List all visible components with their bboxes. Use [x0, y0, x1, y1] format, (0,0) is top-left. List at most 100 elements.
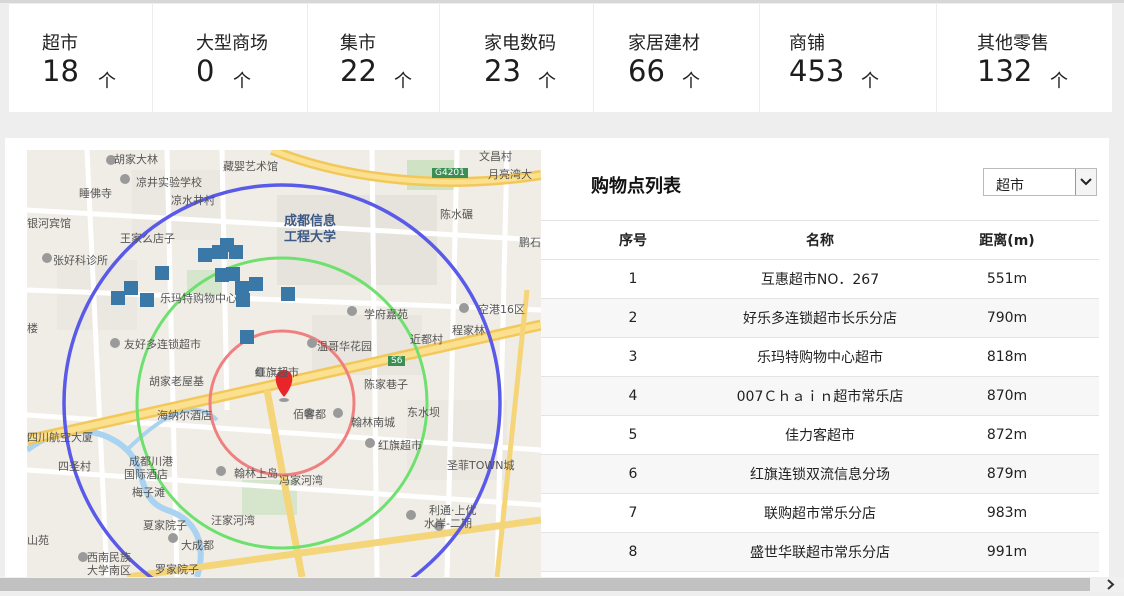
stat-label: 超市 [42, 33, 78, 54]
row-distance: 991m [986, 544, 1028, 560]
row-name: 佳力客超市 [785, 428, 855, 444]
row-name: 红旗连锁双流信息分场 [750, 467, 890, 483]
map-label: 佰客都 [293, 408, 326, 421]
map-label: 友好多连锁超市 [124, 338, 201, 351]
row-name: 好乐多连锁超市长乐分店 [743, 311, 897, 327]
map-label: 陈家巷子 [364, 378, 408, 391]
select-value: 超市 [996, 178, 1024, 194]
stat-supermarket[interactable]: 超市 18 个 [9, 4, 153, 112]
map-label: 文昌村 [479, 150, 512, 163]
map-label: 凉水井村 [171, 194, 215, 207]
row-distance: 790m [986, 310, 1028, 326]
list-title: 购物点列表 [591, 176, 681, 197]
map-label: 楼 [27, 322, 38, 335]
stat-value: 22 [340, 54, 377, 88]
top-border [0, 0, 1124, 3]
header-index: 序号 [619, 233, 647, 249]
stat-other-retail[interactable]: 其他零售 132 个 [937, 4, 1112, 112]
row-index: 6 [628, 466, 638, 482]
chevron-right-icon[interactable] [1104, 577, 1118, 592]
map-label: 圣菲TOWN城 [447, 459, 515, 472]
stat-label: 大型商场 [196, 33, 268, 54]
stat-unit: 个 [394, 71, 412, 92]
map-label: 水岸-二期 [424, 517, 472, 530]
map-label: 翰林南城 [351, 416, 395, 429]
stat-label: 商铺 [789, 33, 825, 54]
row-index: 4 [628, 388, 638, 404]
map-label: 胡家老屋基 [149, 375, 204, 388]
row-distance: 551m [986, 271, 1028, 287]
row-index: 3 [628, 349, 638, 365]
stat-shops[interactable]: 商铺 453 个 [760, 4, 937, 112]
map-label: 国际酒店 [124, 468, 168, 481]
table-row[interactable]: 4 007Ｃｈａｉｎ超市常乐店 870m [541, 377, 1099, 416]
stat-home-building[interactable]: 家居建材 66 个 [594, 4, 760, 112]
map-label: 温哥华花园 [317, 340, 372, 353]
stat-value: 453 [789, 54, 845, 88]
table-row[interactable]: 5 佳力客超市 872m [541, 416, 1099, 455]
row-index: 1 [628, 271, 638, 287]
stat-mall[interactable]: 大型商场 0 个 [153, 4, 308, 112]
map-label: 大成都 [181, 539, 214, 552]
map-label: 学府嘉苑 [364, 308, 408, 321]
row-index: 2 [628, 310, 638, 326]
map-label: 夏家院子 [143, 519, 187, 532]
row-name: 联购超市常乐分店 [764, 506, 876, 522]
chevron-down-icon[interactable] [1075, 169, 1096, 195]
stat-unit: 个 [98, 71, 116, 92]
table-row[interactable]: 2 好乐多连锁超市长乐分店 790m [541, 299, 1099, 338]
row-distance: 872m [986, 427, 1028, 443]
table-row[interactable]: 1 互惠超市NO．267 551m [541, 260, 1099, 299]
map-road-label: S6 [388, 356, 406, 366]
stat-electronics[interactable]: 家电数码 23 个 [440, 4, 594, 112]
map-label: 东水坝 [407, 406, 440, 419]
row-distance: 818m [986, 349, 1028, 365]
table-row[interactable]: 3 乐玛特购物中心超市 818m [541, 338, 1099, 377]
map-label: 汪家河湾 [211, 514, 255, 527]
map-label: 翰林上岛 [234, 467, 278, 480]
map-label: 藏婴艺术馆 [223, 160, 278, 173]
table-row[interactable]: 8 盛世华联超市常乐分店 991m [541, 533, 1099, 572]
category-stats: 超市 18 个 大型商场 0 个 集市 22 个 家电数码 23 个 家居建材 … [9, 4, 1112, 112]
row-index: 5 [628, 427, 638, 443]
map-label: 红旗超市 [255, 366, 299, 379]
header-distance: 距离(m) [979, 233, 1035, 249]
map-label: 乐玛特购物中心 [160, 292, 237, 305]
map-label: 睡佛寺 [79, 187, 112, 200]
stat-value: 132 [977, 54, 1033, 88]
map-label: 冯家河湾 [279, 474, 323, 487]
horizontal-scrollbar[interactable] [0, 577, 1124, 592]
stat-unit: 个 [233, 71, 251, 92]
header-name: 名称 [806, 233, 834, 249]
map-label: 鹏石 [519, 236, 541, 249]
stat-unit: 个 [682, 71, 700, 92]
category-select[interactable]: 超市 [983, 168, 1097, 196]
map-label: 红旗超市 [378, 439, 422, 452]
row-index: 8 [628, 544, 638, 560]
stat-label: 集市 [340, 33, 376, 54]
map-label: 凉井实验学校 [136, 176, 202, 189]
row-name: 互惠超市NO．267 [760, 272, 880, 288]
row-distance: 879m [986, 466, 1028, 482]
map-label: 陈水碾 [440, 208, 473, 221]
map-label: 张好科诊所 [53, 254, 108, 267]
map-label: 银河宾馆 [27, 217, 71, 230]
table-row[interactable]: 6 红旗连锁双流信息分场 879m [541, 455, 1099, 494]
stat-value: 0 [196, 54, 215, 88]
map-label: 王家么店子 [120, 232, 175, 245]
row-name: 乐玛特购物中心超市 [757, 350, 883, 366]
map-label: 近都村 [410, 333, 443, 346]
row-distance: 983m [986, 505, 1028, 521]
stat-label: 家电数码 [484, 33, 556, 54]
stat-unit: 个 [538, 71, 556, 92]
table-row[interactable]: 7 联购超市常乐分店 983m [541, 494, 1099, 533]
map-label: 月亮湾大 [488, 168, 532, 181]
row-distance: 870m [986, 388, 1028, 404]
shopping-table: 序号 名称 距离(m) 1 互惠超市NO．267 551m 2 好乐多连锁超市长… [541, 220, 1099, 572]
main-panel: 胡家大林 藏婴艺术馆 文昌村 G4201 月亮湾大 睡佛寺 凉井实验学校 凉水井… [5, 138, 1109, 592]
stat-value: 23 [484, 54, 521, 88]
stat-market[interactable]: 集市 22 个 [308, 4, 440, 112]
stat-value: 18 [42, 54, 79, 88]
scrollbar-thumb[interactable] [0, 578, 1090, 591]
map-view[interactable]: 胡家大林 藏婴艺术馆 文昌村 G4201 月亮湾大 睡佛寺 凉井实验学校 凉水井… [27, 150, 541, 577]
